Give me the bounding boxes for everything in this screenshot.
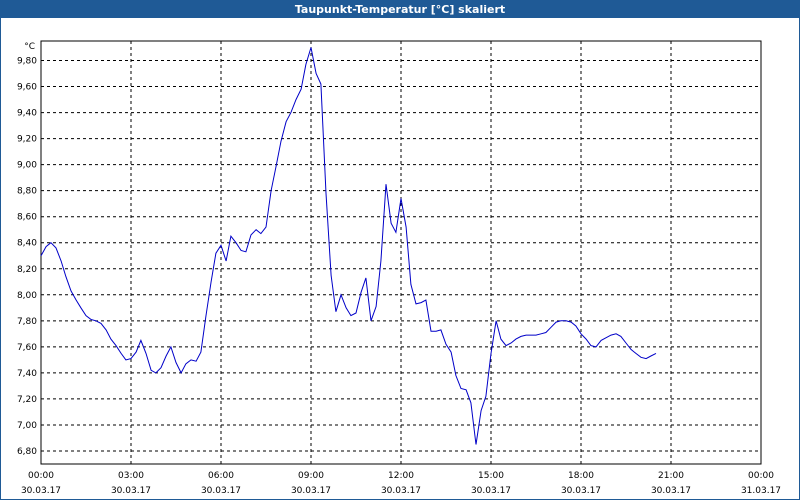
x-tick-date: 31.03.17: [741, 486, 781, 496]
line-chart: 9,80 9,60 9,40 9,20 9,00 8,80 8,60 8,40 8,20 8,00…: [17, 40, 781, 496]
y-axis-unit: °C: [24, 42, 35, 52]
x-tick-time: 12:00: [388, 471, 414, 481]
x-tick-time: 09:00: [298, 471, 324, 481]
window-title: Taupunkt-Temperatur [°C] skaliert: [1, 1, 799, 18]
y-tick-label: 8,20: [17, 265, 37, 275]
y-tick-label: 8,60: [17, 213, 37, 223]
x-tick-time: 03:00: [118, 471, 144, 481]
y-tick-label: 8,00: [17, 291, 37, 301]
y-tick-label: 7,00: [17, 421, 37, 431]
y-tick-label: 8,80: [17, 187, 37, 197]
x-tick-date: 30.03.17: [201, 486, 241, 496]
y-tick-label: 9,40: [17, 109, 37, 119]
x-tick-time: 15:00: [478, 471, 504, 481]
x-tick-date: 30.03.17: [111, 486, 151, 496]
dewpoint-series-line: [40, 47, 657, 445]
x-tick-date: 30.03.17: [21, 486, 61, 496]
x-tick-date: 30.03.17: [291, 486, 331, 496]
x-tick-date: 30.03.17: [381, 486, 421, 496]
x-tick-date: 30.03.17: [561, 486, 601, 496]
x-tick-date: 30.03.17: [471, 486, 511, 496]
x-tick-time: 00:00: [28, 471, 54, 481]
y-tick-label: 6,80: [17, 447, 37, 457]
x-tick-date: 30.03.17: [651, 486, 691, 496]
x-tick-time: 00:00: [748, 471, 774, 481]
y-tick-label: 7,40: [17, 369, 37, 379]
y-tick-label: 7,20: [17, 395, 37, 405]
x-tick-time: 06:00: [208, 471, 234, 481]
y-tick-label: 9,60: [17, 83, 37, 93]
y-tick-label: 9,00: [17, 161, 37, 171]
x-tick-time: 18:00: [568, 471, 594, 481]
y-tick-label: 8,40: [17, 239, 37, 249]
y-tick-label: 9,20: [17, 135, 37, 145]
x-tick-time: 21:00: [658, 471, 684, 481]
chart-window: Taupunkt-Temperatur [°C] skaliert 9,80 9,…: [0, 0, 800, 500]
y-tick-label: 7,80: [17, 317, 37, 327]
y-tick-label: 7,60: [17, 343, 37, 353]
y-tick-label: 9,80: [17, 57, 37, 67]
